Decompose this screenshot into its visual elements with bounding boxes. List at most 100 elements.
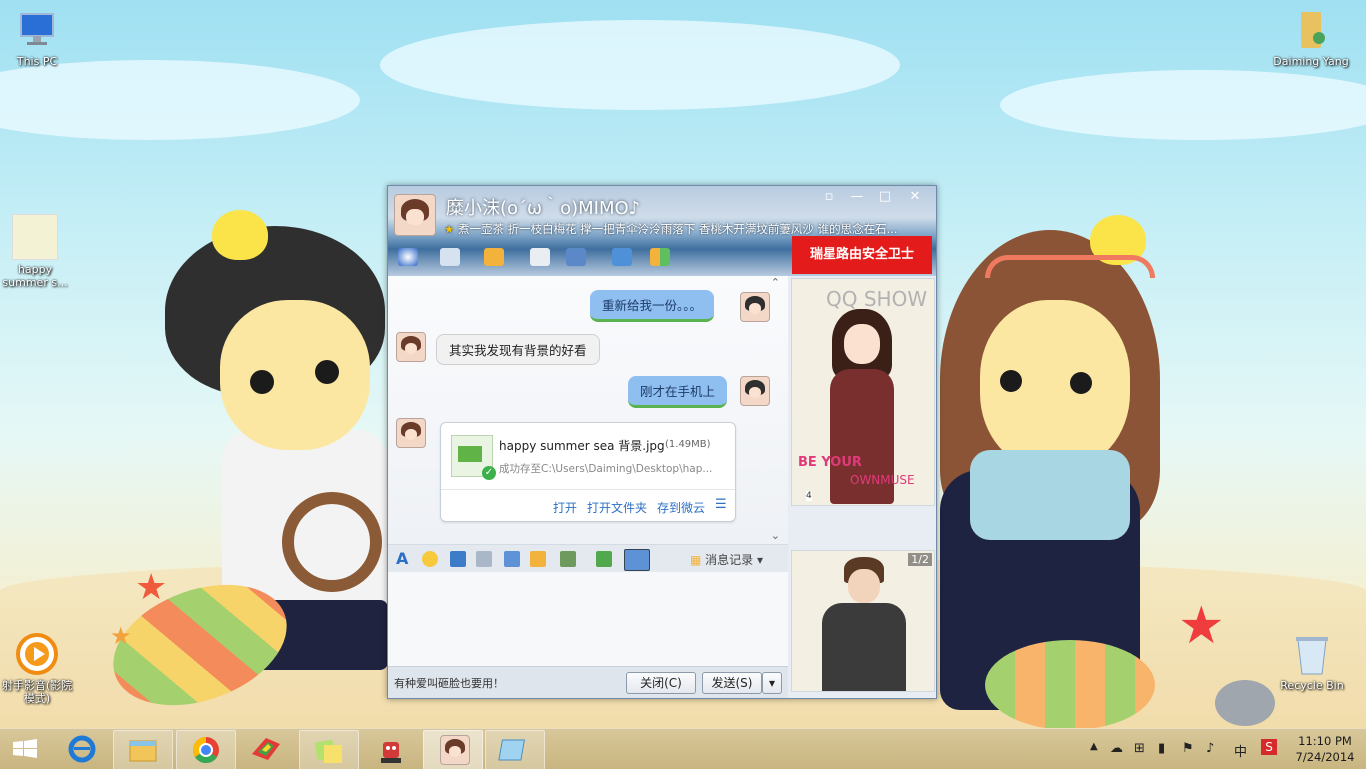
qq-show-male-panel[interactable]: 1/2 [791,550,935,692]
qq-chat-taskbar-icon[interactable] [423,730,483,770]
daiming-folder-icon[interactable]: Daiming Yang [1271,8,1351,68]
ad-banner[interactable]: 瑞星路由安全卫士 [792,236,932,274]
desktop: ★ ★ ★ This PC happy summer s... 射手影音(影院模… [0,0,1366,728]
image-thumbnail-icon [12,214,58,260]
taskbar: ▲ ☁ ⊞ ▮ ⚑ ♪ 中 S 11:10 PM 7/24/2014 [0,728,1366,770]
contact-signature: ★ 煮一壶茶 折一枝白梅花 撑一把青伞泠泠雨落下 香桃木开满坟前萋风沙 谁的思念… [444,222,898,236]
apps-grid-icon[interactable] [650,248,670,266]
maximize-button[interactable]: □ [874,188,896,206]
open-folder-link[interactable]: 打开文件夹 [587,499,647,516]
contact-avatar-small[interactable] [396,332,426,362]
player-label: 射手影音(影院模式) [1,679,73,705]
chat-footer: 有种爱叫砸脸也要用！ 关闭(C) 发送(S) ▾ [388,666,788,698]
show-hidden-icons[interactable]: ▲ [1090,741,1098,752]
file-size: (1.49MB) [665,439,711,450]
remote-desktop-icon[interactable] [566,248,586,266]
file-transfer-card[interactable]: ✓ happy summer sea 背景.jpg (1.49MB) 成功存至C… [440,422,736,522]
cloud-icon[interactable]: ☁ [1110,741,1123,756]
sogou-input-icon[interactable]: S [1261,739,1277,755]
self-avatar[interactable] [740,292,770,322]
recycle-bin-icon[interactable]: Recycle Bin [1272,632,1352,692]
share-screen-icon[interactable] [612,248,632,266]
contact-avatar-icon [440,735,470,765]
page-indicator: 1/2 [908,553,932,566]
open-file-link[interactable]: 打开 [553,499,577,516]
send-file-icon[interactable] [484,248,504,266]
system-clock[interactable]: 11:10 PM 7/24/2014 [1290,733,1360,765]
menu-icon[interactable]: ☰ [715,497,727,512]
this-pc-icon[interactable]: This PC [0,8,77,68]
footer-tip[interactable]: 有种爱叫砸脸也要用！ [394,675,504,691]
ime-indicator[interactable]: 中 [1234,741,1247,760]
this-pc-label: This PC [16,55,58,68]
image-file-icon: ✓ [451,435,496,480]
note-icon[interactable] [530,551,546,567]
robot-app-icon[interactable] [361,730,419,768]
message-bubble[interactable]: 其实我发现有背景的好看 [436,334,600,365]
qq-show-panel[interactable]: QQ SHOW BE YOUR OWNMUSE 4 [791,278,935,506]
magazine-text: OWNMUSE [850,473,915,487]
shake-icon[interactable] [450,551,466,567]
magazine-text: BE YOUR [798,455,862,470]
message-history-button[interactable]: ▦ 消息记录 ▾ [690,551,763,568]
send-button[interactable]: 发送(S) [702,672,762,694]
signal-icon[interactable]: ▮ [1158,741,1165,756]
play-circle-icon [15,632,59,676]
message-bubble[interactable]: 刚才在手机上 [628,376,728,408]
clock-date: 7/24/2014 [1295,750,1355,764]
male-avatar-face [848,569,880,603]
skin-icon[interactable]: ▫ [818,188,840,206]
show-sidebar: QQ SHOW BE YOUR OWNMUSE 4 1/2 [788,276,936,698]
save-to-weiyun-link[interactable]: 存到微云 [657,499,705,516]
qq-chat-window[interactable]: 糜小沫(o´ω｀o)MIMO♪ ★ 煮一壶茶 折一枝白梅花 撑一把青伞泠泠雨落下… [387,185,937,699]
collapse-icon[interactable]: ⌃ [771,276,780,289]
screenshot-icon[interactable] [624,549,650,571]
qq-show-text: QQ SHOW [826,287,928,311]
voice-message-icon[interactable] [504,551,520,567]
video-call-icon[interactable] [398,248,418,266]
page-number: 4 [806,491,812,501]
network-icon[interactable]: ⊞ [1134,741,1145,756]
chat-header: 糜小沫(o´ω｀o)MIMO♪ ★ 煮一壶茶 折一枝白梅花 撑一把青伞泠泠雨落下… [388,186,936,276]
happy-summer-file-icon[interactable]: happy summer s... [0,214,75,289]
star-icon: ★ [444,222,455,236]
female-avatar-face [844,324,880,364]
clock-time: 11:10 PM [1298,734,1352,748]
daiming-label: Daiming Yang [1273,55,1349,68]
contact-avatar[interactable] [394,194,436,236]
check-icon: ✓ [482,466,496,480]
player-shortcut-icon[interactable]: 射手影音(影院模式) [0,632,77,705]
internet-explorer-icon[interactable] [54,730,112,768]
microphone-icon[interactable] [440,248,460,266]
file-save-status: 成功存至C:\Users\Daiming\Desktop\hap... [499,463,713,475]
windows-logo-icon [13,739,37,758]
minimize-button[interactable]: — [846,188,868,206]
volume-icon[interactable]: ♪ [1206,741,1214,756]
notes-app-icon[interactable] [299,730,359,770]
file-explorer-icon[interactable] [113,730,173,770]
start-button[interactable] [0,730,50,768]
close-chat-button[interactable]: 关闭(C) [626,672,696,694]
message-history[interactable]: ⌃ 重新给我一份。。。 其实我发现有背景的好看 刚才在手机上 ✓ happy s… [388,276,788,544]
recycle-bin-label: Recycle Bin [1280,679,1344,692]
message-bubble[interactable]: 重新给我一份。。。 [590,290,715,322]
happy-summer-label: happy summer s... [2,263,68,289]
self-avatar[interactable] [740,376,770,406]
colorful-app-icon[interactable] [238,730,296,768]
chrome-icon[interactable] [176,730,236,770]
action-center-flag-icon[interactable]: ⚑ [1182,741,1194,756]
emoji-icon[interactable] [422,551,438,567]
contact-avatar-small[interactable] [396,418,426,448]
close-window-button[interactable]: ✕ [904,188,926,206]
notepad-icon[interactable] [485,730,545,770]
expand-icon[interactable]: ⌄ [771,529,780,542]
music-icon[interactable] [596,551,612,567]
male-avatar-jacket [822,603,906,691]
font-icon[interactable]: A [396,551,412,567]
image-icon[interactable] [560,551,576,567]
send-options-button[interactable]: ▾ [762,672,782,694]
gif-icon[interactable] [476,551,492,567]
message-input[interactable] [388,572,788,666]
add-app-icon[interactable] [530,248,550,266]
trash-bin-icon [1290,632,1334,676]
